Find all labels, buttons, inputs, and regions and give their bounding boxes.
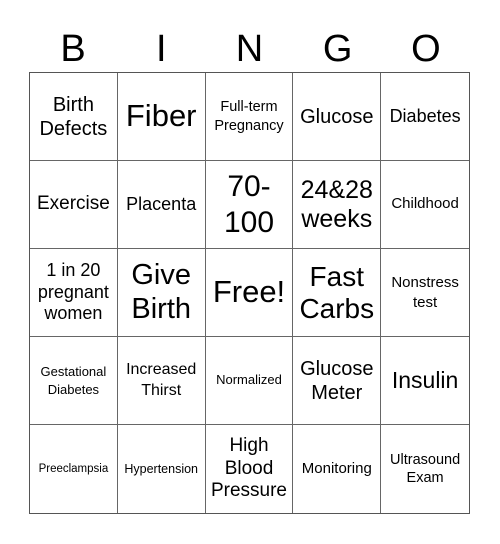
bingo-cell[interactable]: 1 in 20 pregnant women [30, 249, 118, 337]
bingo-cell[interactable]: Glucose Meter [293, 337, 382, 425]
bingo-cell[interactable]: Monitoring [293, 425, 382, 513]
bingo-cell[interactable]: Glucose [293, 73, 382, 161]
header-letter-b: B [60, 28, 86, 70]
free-space-cell[interactable]: Free! [205, 249, 294, 337]
bingo-cell[interactable]: Full-term Pregnancy [205, 73, 294, 161]
bingo-cell[interactable]: Ultrasound Exam [381, 425, 469, 513]
bingo-cell[interactable]: Increased Thirst [117, 337, 206, 425]
bingo-cell[interactable]: Fast Carbs [293, 249, 382, 337]
bingo-cell[interactable]: Childhood [381, 161, 469, 249]
bingo-cell[interactable]: Give Birth [117, 249, 206, 337]
bingo-card-grid: Birth Defects Fiber Full-term Pregnancy … [29, 72, 470, 514]
bingo-cell[interactable]: Nonstress test [381, 249, 469, 337]
header-letter-g: G [322, 28, 353, 70]
header-letter-o: O [411, 28, 441, 70]
bingo-cell[interactable]: 24&28 weeks [293, 161, 382, 249]
bingo-header: B I N G O [29, 26, 470, 72]
bingo-cell[interactable]: Preeclampsia [30, 425, 118, 513]
bingo-cell[interactable]: Hypertension [118, 425, 206, 513]
bingo-cell[interactable]: Normalized [205, 337, 294, 425]
bingo-cell[interactable]: Insulin [381, 337, 469, 425]
bingo-cell[interactable]: Fiber [117, 73, 206, 161]
header-letter-i: I [156, 28, 167, 70]
bingo-cell[interactable]: 70-100 [205, 161, 294, 249]
bingo-cell[interactable]: Diabetes [381, 73, 469, 161]
bingo-cell[interactable]: Exercise [30, 161, 118, 249]
bingo-cell[interactable]: Birth Defects [30, 73, 118, 161]
bingo-cell[interactable]: Placenta [117, 161, 206, 249]
bingo-cell[interactable]: High Blood Pressure [206, 425, 294, 513]
bingo-cell[interactable]: Gestational Diabetes [30, 337, 118, 425]
header-letter-n: N [235, 28, 264, 70]
